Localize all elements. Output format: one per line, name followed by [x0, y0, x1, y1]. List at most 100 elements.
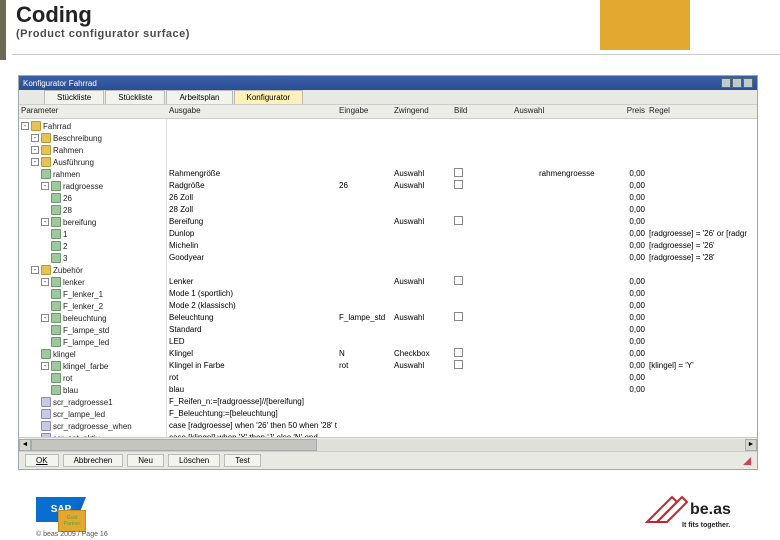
grid-row[interactable]: Mode 2 (klassisch)0,00: [167, 299, 757, 311]
checkbox[interactable]: [454, 276, 463, 285]
tree-toggle-icon[interactable]: -: [41, 218, 49, 226]
tree-node[interactable]: klingel: [19, 348, 166, 360]
tree-node[interactable]: 28: [19, 204, 166, 216]
grid-row[interactable]: [167, 119, 757, 131]
tree-toggle-icon[interactable]: -: [31, 158, 39, 166]
delete-button[interactable]: Löschen: [168, 454, 220, 467]
tree-node[interactable]: -lenker: [19, 276, 166, 288]
grid-row[interactable]: BeleuchtungF_lampe_stdAuswahl0,00: [167, 311, 757, 323]
grid-row[interactable]: 28 Zoll0,00: [167, 203, 757, 215]
grid-row[interactable]: [167, 131, 757, 143]
tree-toggle-icon[interactable]: -: [41, 314, 49, 322]
grid-row[interactable]: LED0,00: [167, 335, 757, 347]
tree-label: Beschreibung: [53, 134, 102, 143]
test-button[interactable]: Test: [224, 454, 261, 467]
tree-toggle-icon[interactable]: -: [21, 122, 29, 130]
tree-panel[interactable]: -Fahrrad-Beschreibung-Rahmen-Ausführungr…: [19, 119, 167, 437]
tree-label: 3: [63, 254, 67, 263]
abort-button[interactable]: Abbrechen: [63, 454, 124, 467]
grid-row[interactable]: F_Reifen_n:=[radgroesse]//[bereifung]: [167, 395, 757, 407]
close-icon[interactable]: [743, 78, 753, 88]
tree-toggle-icon[interactable]: -: [41, 182, 49, 190]
tree-node[interactable]: 2: [19, 240, 166, 252]
col-bild: Bild: [452, 105, 512, 118]
tree-node[interactable]: -Fahrrad: [19, 120, 166, 132]
grid-row[interactable]: case [klingel] when 'Y' then 'J' else 'N…: [167, 431, 757, 437]
tree-node[interactable]: -Zubehör: [19, 264, 166, 276]
grid-row[interactable]: RahmengrößeAuswahlrahmengroesse0,00: [167, 167, 757, 179]
grid-row[interactable]: blau0,00: [167, 383, 757, 395]
tree-toggle-icon[interactable]: -: [41, 278, 49, 286]
grid-row[interactable]: rot0,00: [167, 371, 757, 383]
tree-node[interactable]: F_lampe_std: [19, 324, 166, 336]
grid-row[interactable]: Standard0,00: [167, 323, 757, 335]
grid-row[interactable]: Radgröße26Auswahl0,00: [167, 179, 757, 191]
scroll-right-icon[interactable]: ►: [745, 439, 757, 451]
tree-node[interactable]: F_lampe_led: [19, 336, 166, 348]
scroll-thumb[interactable]: [31, 439, 317, 451]
tree-node[interactable]: F_lenker_2: [19, 300, 166, 312]
grid-row[interactable]: Goodyear0,00[radgroesse] = '28': [167, 251, 757, 263]
tree-toggle-icon[interactable]: -: [31, 266, 39, 274]
grid-row[interactable]: KlingelNCheckbox0,00: [167, 347, 757, 359]
grid-row[interactable]: Dunlop0,00[radgroesse] = '26' or [radgro…: [167, 227, 757, 239]
scroll-left-icon[interactable]: ◄: [19, 439, 31, 451]
grid-row[interactable]: Michelin0,00[radgroesse] = '26': [167, 239, 757, 251]
checkbox[interactable]: [454, 348, 463, 357]
minimize-icon[interactable]: [721, 78, 731, 88]
window-titlebar[interactable]: Konfigurator Fahrrad: [19, 76, 757, 90]
grid-row[interactable]: case [radgroesse] when '26' then 50 when…: [167, 419, 757, 431]
tree-node[interactable]: 3: [19, 252, 166, 264]
tree-toggle-icon[interactable]: -: [31, 146, 39, 154]
tree-node[interactable]: scr_lampe_led: [19, 408, 166, 420]
checkbox[interactable]: [454, 168, 463, 177]
tree-node[interactable]: rahmen: [19, 168, 166, 180]
decor-line: [12, 54, 780, 55]
grid-row[interactable]: Klingel in FarberotAuswahl0,00[klingel] …: [167, 359, 757, 371]
grid-row[interactable]: [167, 155, 757, 167]
tree-node[interactable]: -radgroesse: [19, 180, 166, 192]
grid-row[interactable]: Mode 1 (sportlich)0,00: [167, 287, 757, 299]
tree-node[interactable]: 26: [19, 192, 166, 204]
scroll-track[interactable]: [31, 439, 745, 451]
checkbox[interactable]: [454, 360, 463, 369]
grid-row[interactable]: [167, 263, 757, 275]
tree-node[interactable]: -bereifung: [19, 216, 166, 228]
checkbox[interactable]: [454, 216, 463, 225]
resize-handle-icon[interactable]: [743, 457, 751, 465]
cell-ausgabe: case [radgroesse] when '26' then 50 when…: [167, 421, 337, 430]
tree-node[interactable]: -beleuchtung: [19, 312, 166, 324]
checkbox[interactable]: [454, 312, 463, 321]
leaf-icon: [51, 253, 61, 263]
checkbox[interactable]: [454, 180, 463, 189]
cell-preis: 0,00: [607, 349, 647, 358]
tree-node[interactable]: blau: [19, 384, 166, 396]
tree-toggle-icon[interactable]: -: [41, 362, 49, 370]
tree-toggle-icon[interactable]: -: [31, 134, 39, 142]
cell-regel: [klingel] = 'Y': [647, 361, 747, 370]
tree-node[interactable]: rot: [19, 372, 166, 384]
grid-row[interactable]: [167, 143, 757, 155]
tab-3[interactable]: Konfigurator: [234, 90, 304, 104]
tree-node[interactable]: -klingel_farbe: [19, 360, 166, 372]
new-button[interactable]: Neu: [127, 454, 164, 467]
tree-node[interactable]: - Beschreibung: [19, 132, 166, 144]
grid-row[interactable]: LenkerAuswahl0,00: [167, 275, 757, 287]
tree-node[interactable]: scr_radgroesse_when: [19, 420, 166, 432]
tree-node[interactable]: scr_set_aktiv: [19, 432, 166, 437]
hscrollbar[interactable]: ◄ ►: [19, 437, 757, 451]
tree-node[interactable]: -Ausführung: [19, 156, 166, 168]
tree-node[interactable]: 1: [19, 228, 166, 240]
tab-1[interactable]: Stückliste: [105, 90, 165, 104]
tree-node[interactable]: scr_radgroesse1: [19, 396, 166, 408]
grid-row[interactable]: BereifungAuswahl0,00: [167, 215, 757, 227]
grid-row[interactable]: 26 Zoll0,00: [167, 191, 757, 203]
ok-button[interactable]: OK: [25, 454, 59, 467]
tab-0[interactable]: Stückliste: [44, 90, 104, 104]
maximize-icon[interactable]: [732, 78, 742, 88]
tab-2[interactable]: Arbeitsplan: [166, 90, 232, 104]
grid-panel[interactable]: RahmengrößeAuswahlrahmengroesse0,00Radgr…: [167, 119, 757, 437]
grid-row[interactable]: F_Beleuchtung:=[beleuchtung]: [167, 407, 757, 419]
tree-node[interactable]: F_lenker_1: [19, 288, 166, 300]
tree-node[interactable]: -Rahmen: [19, 144, 166, 156]
